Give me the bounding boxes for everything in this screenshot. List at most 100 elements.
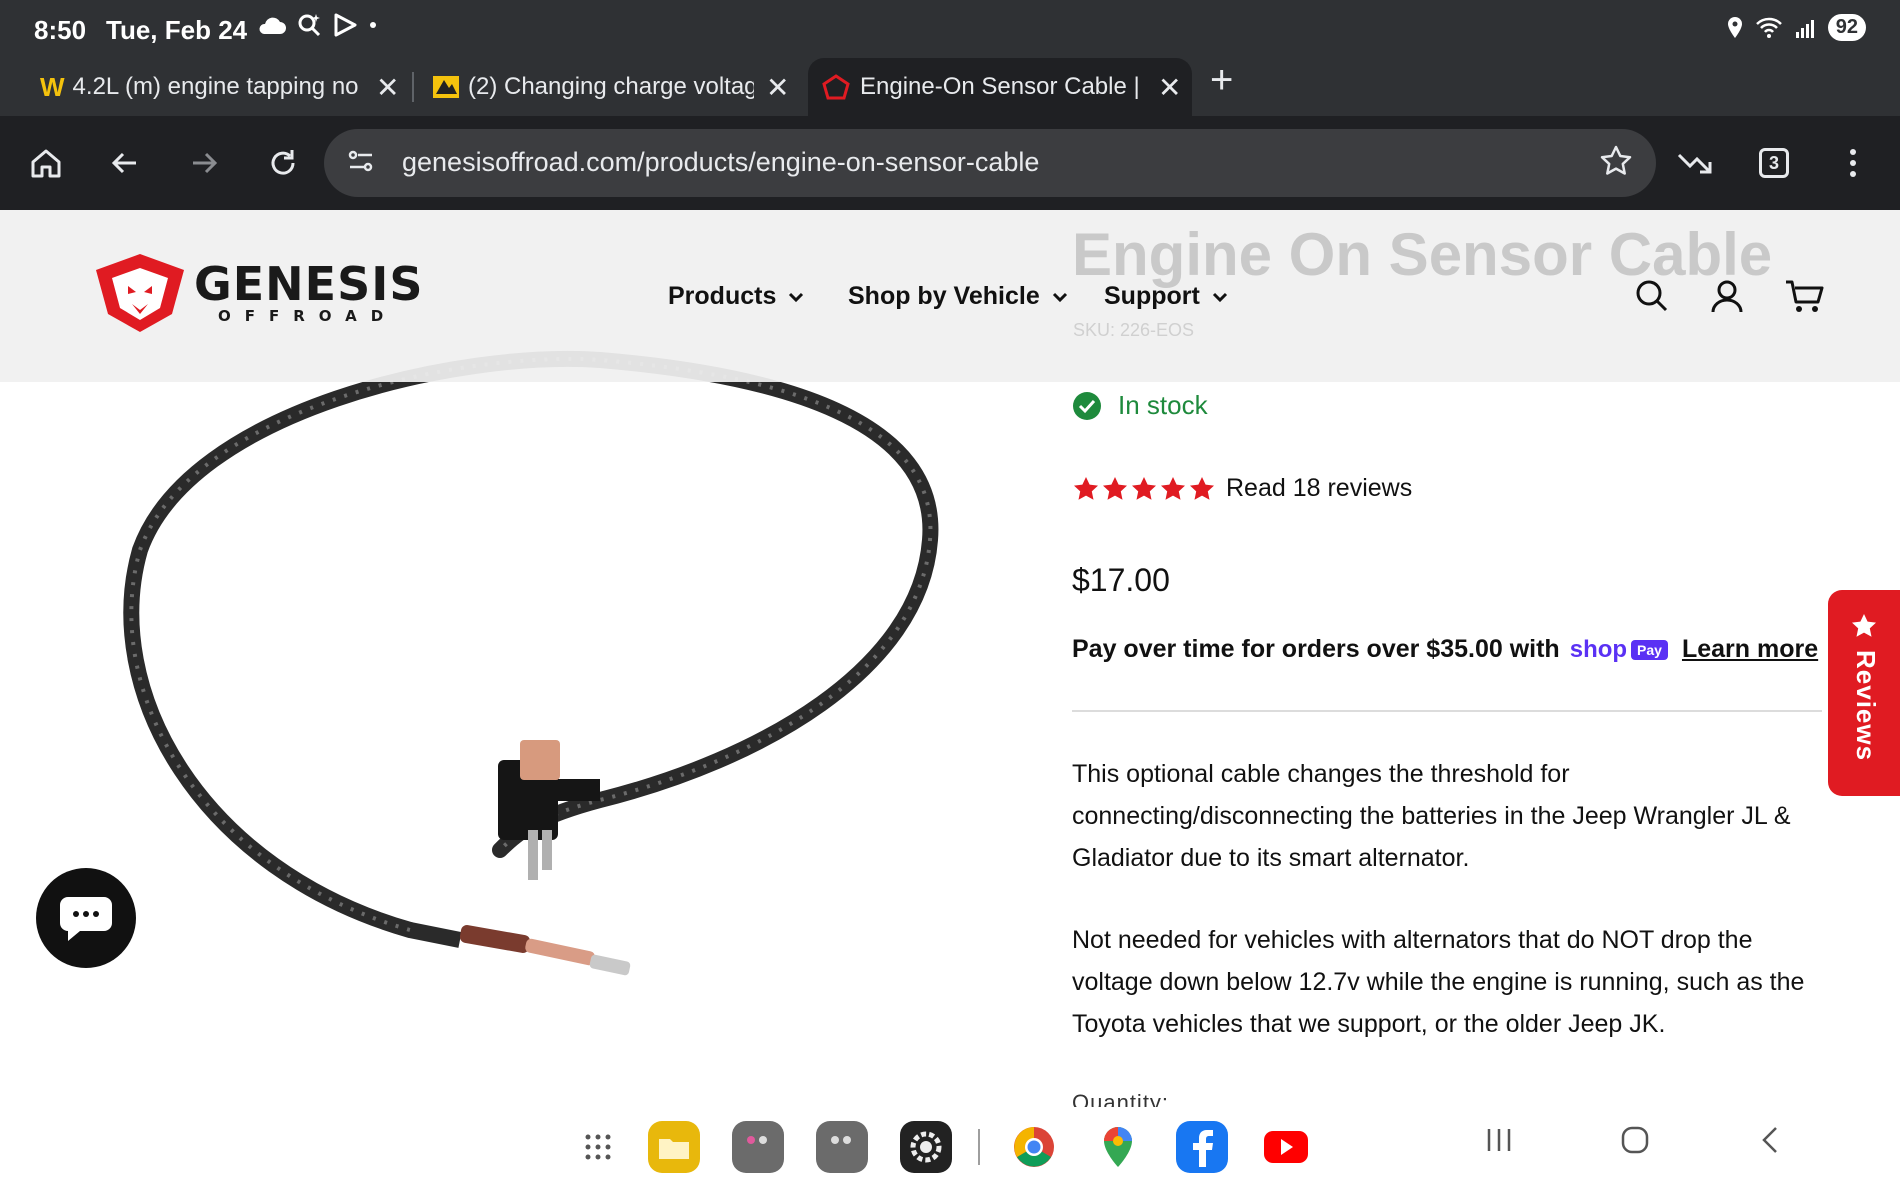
status-bar: 8:50 Tue, Feb 24 92 bbox=[0, 0, 1900, 58]
nav-products[interactable]: Products bbox=[668, 282, 804, 311]
folder-apps-icon bbox=[831, 1136, 851, 1144]
learn-more-link[interactable]: Learn more bbox=[1682, 635, 1818, 664]
close-icon[interactable]: ✕ bbox=[1158, 71, 1181, 104]
shoppay-brand: shop bbox=[1569, 635, 1628, 663]
close-icon[interactable]: ✕ bbox=[766, 71, 789, 104]
divider bbox=[1072, 710, 1822, 712]
site-settings-icon[interactable] bbox=[346, 146, 376, 176]
apps-grid-icon bbox=[585, 1134, 611, 1160]
stock-text: In stock bbox=[1118, 390, 1208, 420]
product-rating[interactable]: Read 18 reviews bbox=[1072, 474, 1412, 503]
read-reviews-link[interactable]: Read 18 reviews bbox=[1226, 474, 1412, 503]
back-nav-icon[interactable] bbox=[1756, 1125, 1786, 1155]
w-icon: W bbox=[40, 71, 65, 102]
shoppay-installments: Pay over time for orders over $35.00 wit… bbox=[1072, 635, 1818, 664]
back-button[interactable] bbox=[100, 138, 150, 188]
reload-icon bbox=[271, 150, 295, 175]
cloud-icon bbox=[259, 17, 286, 34]
trending-button[interactable] bbox=[1670, 138, 1720, 188]
folder-apps-icon bbox=[747, 1136, 767, 1144]
nav-shop-by-vehicle[interactable]: Shop by Vehicle bbox=[848, 282, 1068, 311]
chrome-app[interactable] bbox=[1008, 1121, 1060, 1173]
star-icon bbox=[1161, 476, 1185, 500]
app-folder-2[interactable] bbox=[816, 1121, 868, 1173]
address-bar[interactable]: genesisoffroad.com/products/engine-on-se… bbox=[324, 129, 1656, 197]
cart-icon[interactable] bbox=[1784, 278, 1824, 314]
wifi-icon bbox=[1755, 17, 1782, 38]
forward-button[interactable] bbox=[179, 138, 229, 188]
dot-icon bbox=[370, 22, 376, 28]
search-sparkle-icon bbox=[298, 14, 321, 37]
reviews-tab-label: Reviews bbox=[1851, 650, 1881, 762]
map-pin-icon bbox=[1104, 1127, 1132, 1167]
home-button[interactable] bbox=[21, 138, 71, 188]
tab-title: 4.2L (m) engine tapping noi bbox=[72, 73, 359, 100]
star-icon bbox=[1852, 614, 1876, 637]
logo-sub-text: OFFROAD bbox=[218, 307, 398, 325]
reload-button[interactable] bbox=[258, 138, 308, 188]
settings-app[interactable] bbox=[900, 1121, 952, 1173]
star-icon bbox=[1103, 476, 1127, 500]
app-drawer-button[interactable] bbox=[572, 1121, 624, 1173]
nav-label: Products bbox=[668, 282, 777, 310]
product-description: This optional cable changes the threshol… bbox=[1072, 760, 1791, 872]
menu-button[interactable] bbox=[1828, 138, 1878, 188]
url-text[interactable]: genesisoffroad.com/products/engine-on-se… bbox=[402, 147, 1039, 178]
android-taskbar bbox=[0, 1107, 1900, 1187]
stock-status: In stock bbox=[1072, 390, 1208, 421]
star-icon bbox=[1132, 476, 1156, 500]
product-title: Engine On Sensor Cable bbox=[1072, 221, 1773, 288]
settings-gear-icon bbox=[910, 1131, 942, 1163]
home-nav-icon[interactable] bbox=[1620, 1125, 1650, 1155]
app-folder-1[interactable] bbox=[732, 1121, 784, 1173]
bookmark-star-icon[interactable] bbox=[1598, 143, 1634, 179]
product-sku: SKU: 226-EOS bbox=[1073, 320, 1195, 340]
tab-title: Engine-On Sensor Cable | G bbox=[860, 73, 1146, 100]
star-icon bbox=[1190, 476, 1214, 500]
tab-changing-charge[interactable]: (2) Changing charge voltag ✕ bbox=[432, 58, 792, 116]
youtube-icon bbox=[1264, 1131, 1308, 1163]
facebook-icon bbox=[1193, 1130, 1213, 1167]
status-time: 8:50 bbox=[34, 15, 87, 45]
tab-count: 3 bbox=[1759, 148, 1789, 178]
check-circle-icon bbox=[1073, 391, 1101, 420]
home-icon bbox=[31, 149, 61, 178]
youtube-app[interactable] bbox=[1260, 1121, 1312, 1173]
shoppay-text: Pay over time for orders over $35.00 wit… bbox=[1072, 635, 1560, 663]
nav-label: Shop by Vehicle bbox=[848, 282, 1040, 310]
facebook-app[interactable] bbox=[1176, 1121, 1228, 1173]
tab-switcher-button[interactable]: 3 bbox=[1749, 138, 1799, 188]
forum-icon bbox=[433, 76, 459, 98]
signal-icon bbox=[1795, 19, 1814, 38]
tab-engine-on-sensor[interactable]: Engine-On Sensor Cable | G ✕ bbox=[808, 58, 1192, 116]
more-vertical-icon bbox=[1850, 149, 1856, 177]
system-status-icons: 92 bbox=[1726, 14, 1866, 41]
chat-icon bbox=[60, 897, 112, 941]
product-image bbox=[123, 350, 939, 976]
reviews-side-tab[interactable]: Reviews bbox=[1828, 590, 1900, 796]
logo-wordmark: GENESIS OFFROAD bbox=[194, 261, 423, 325]
maps-app[interactable] bbox=[1092, 1121, 1144, 1173]
web-page: GENESIS OFFROAD Products Shop by Vehicle… bbox=[0, 210, 1900, 1187]
tab-strip: W 4.2L (m) engine tapping noi ✕ (2) Chan… bbox=[0, 58, 1900, 116]
status-date: Tue, Feb 24 bbox=[106, 15, 248, 45]
chevron-down-icon bbox=[1212, 292, 1227, 302]
product-description-note: Not needed for vehicles with alternators… bbox=[1072, 926, 1805, 1038]
browser-toolbar: genesisoffroad.com/products/engine-on-se… bbox=[0, 116, 1900, 210]
lion-logo-icon bbox=[96, 254, 184, 332]
new-tab-button[interactable]: + bbox=[1210, 58, 1233, 103]
location-icon bbox=[1727, 16, 1742, 38]
chrome-icon bbox=[1014, 1127, 1054, 1167]
folder-icon bbox=[659, 1139, 689, 1159]
dock-divider bbox=[978, 1129, 980, 1165]
files-app[interactable] bbox=[648, 1121, 700, 1173]
recents-icon[interactable] bbox=[1484, 1125, 1514, 1155]
tab-engine-tapping[interactable]: W 4.2L (m) engine tapping noi ✕ bbox=[40, 58, 400, 116]
back-arrow-icon bbox=[111, 152, 136, 174]
close-icon[interactable]: ✕ bbox=[376, 71, 399, 104]
tab-title: (2) Changing charge voltag bbox=[468, 73, 754, 100]
genesis-logo[interactable]: GENESIS OFFROAD bbox=[92, 252, 423, 334]
chat-button[interactable] bbox=[36, 868, 136, 968]
rating-stars bbox=[1072, 475, 1216, 503]
trending-down-icon bbox=[1677, 153, 1712, 174]
